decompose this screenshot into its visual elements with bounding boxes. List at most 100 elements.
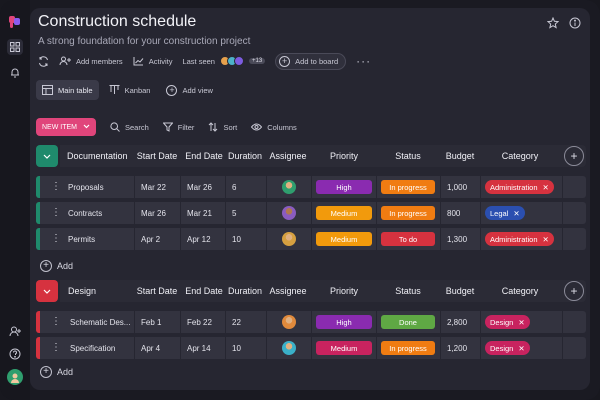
search-button[interactable]: Search — [110, 122, 149, 132]
column-header-category[interactable]: Category — [482, 286, 558, 296]
drag-handle-icon[interactable]: ⋮ — [51, 207, 61, 219]
priority-cell[interactable]: Medium — [311, 337, 376, 359]
column-header-priority[interactable]: Priority — [312, 151, 376, 161]
start-date-cell[interactable]: Mar 26 — [134, 202, 180, 224]
invite-user-icon[interactable] — [7, 323, 23, 339]
more-icon[interactable]: ··· — [356, 54, 371, 68]
add-view-button[interactable]: + Add view — [160, 80, 218, 100]
bell-icon[interactable] — [7, 64, 23, 80]
add-item-button[interactable]: + Add — [40, 260, 73, 272]
sort-button[interactable]: Sort — [208, 122, 237, 132]
priority-cell[interactable]: High — [311, 311, 376, 333]
table-row[interactable]: ⋮ Proposals Mar 22 Mar 26 6 High In prog… — [36, 176, 586, 198]
budget-cell[interactable]: 2,800 — [440, 311, 480, 333]
assignee-cell[interactable] — [266, 337, 311, 359]
table-row[interactable]: ⋮ Permits Apr 2 Apr 12 10 Medium To do 1… — [36, 228, 586, 250]
add-to-board-button[interactable]: + Add to board — [275, 52, 347, 70]
drag-handle-icon[interactable]: ⋮ — [51, 181, 61, 193]
column-header-start-date[interactable]: Start Date — [134, 151, 180, 161]
duration-cell[interactable]: 5 — [225, 202, 266, 224]
column-header-duration[interactable]: Duration — [225, 286, 265, 296]
budget-cell[interactable]: 1,300 — [440, 228, 480, 250]
group-name[interactable]: Documentation — [67, 151, 128, 161]
column-header-start-date[interactable]: Start Date — [134, 286, 180, 296]
last-seen[interactable]: Last seen +13 — [182, 56, 266, 66]
category-cell[interactable]: Design ✕ — [480, 311, 562, 333]
assignee-cell[interactable] — [266, 176, 311, 198]
end-date-cell[interactable]: Mar 21 — [180, 202, 225, 224]
item-name[interactable]: Schematic Des... — [62, 311, 134, 333]
item-name[interactable]: Specification — [62, 337, 134, 359]
remove-tag-icon[interactable]: ✕ — [543, 183, 549, 192]
add-column-button[interactable]: + — [564, 281, 584, 301]
info-icon[interactable] — [568, 16, 582, 30]
add-item-button[interactable]: + Add — [40, 366, 73, 378]
item-name[interactable]: Contracts — [62, 202, 134, 224]
group-name[interactable]: Design — [68, 286, 96, 296]
remove-tag-icon[interactable]: ✕ — [518, 344, 524, 353]
sync-icon[interactable] — [38, 55, 49, 67]
start-date-cell[interactable]: Apr 2 — [134, 228, 180, 250]
column-header-status[interactable]: Status — [376, 151, 440, 161]
table-row[interactable]: ⋮ Schematic Des... Feb 1 Feb 22 22 High … — [36, 311, 586, 333]
activity-button[interactable]: Activity — [133, 56, 172, 66]
column-header-priority[interactable]: Priority — [312, 286, 376, 296]
category-cell[interactable]: Legal ✕ — [480, 202, 562, 224]
priority-cell[interactable]: Medium — [311, 228, 376, 250]
filter-button[interactable]: Filter — [162, 122, 194, 132]
column-header-end-date[interactable]: End Date — [183, 151, 225, 161]
table-row[interactable]: ⋮ Contracts Mar 26 Mar 21 5 Medium In pr… — [36, 202, 586, 224]
drag-handle-icon[interactable]: ⋮ — [51, 342, 61, 354]
grid-icon[interactable] — [7, 39, 23, 55]
help-icon[interactable] — [7, 346, 23, 362]
columns-button[interactable]: Columns — [251, 123, 297, 132]
column-header-budget[interactable]: Budget — [440, 286, 480, 296]
column-header-duration[interactable]: Duration — [225, 151, 265, 161]
new-item-button[interactable]: NEW ITEM — [36, 118, 96, 136]
start-date-cell[interactable]: Mar 22 — [134, 176, 180, 198]
assignee-cell[interactable] — [266, 228, 311, 250]
status-cell[interactable]: To do — [376, 228, 440, 250]
assignee-cell[interactable] — [266, 311, 311, 333]
remove-tag-icon[interactable]: ✕ — [513, 209, 519, 218]
category-cell[interactable]: Administration ✕ — [480, 228, 562, 250]
category-cell[interactable]: Design ✕ — [480, 337, 562, 359]
add-members-button[interactable]: Add members — [59, 56, 123, 66]
end-date-cell[interactable]: Mar 26 — [180, 176, 225, 198]
budget-cell[interactable]: 1,000 — [440, 176, 480, 198]
status-cell[interactable]: In progress — [376, 176, 440, 198]
assignee-cell[interactable] — [266, 202, 311, 224]
budget-cell[interactable]: 1,200 — [440, 337, 480, 359]
column-header-status[interactable]: Status — [376, 286, 440, 296]
item-name[interactable]: Proposals — [62, 176, 134, 198]
end-date-cell[interactable]: Feb 22 — [180, 311, 225, 333]
star-icon[interactable] — [546, 16, 560, 30]
duration-cell[interactable]: 22 — [225, 311, 266, 333]
remove-tag-icon[interactable]: ✕ — [543, 235, 549, 244]
start-date-cell[interactable]: Apr 4 — [134, 337, 180, 359]
user-avatar[interactable] — [7, 369, 23, 385]
collapse-group-button[interactable] — [36, 280, 58, 302]
column-header-assignee[interactable]: Assignee — [266, 151, 310, 161]
remove-tag-icon[interactable]: ✕ — [518, 318, 524, 327]
status-cell[interactable]: In progress — [376, 337, 440, 359]
start-date-cell[interactable]: Feb 1 — [134, 311, 180, 333]
status-cell[interactable]: Done — [376, 311, 440, 333]
column-header-assignee[interactable]: Assignee — [266, 286, 310, 296]
duration-cell[interactable]: 6 — [225, 176, 266, 198]
item-name[interactable]: Permits — [62, 228, 134, 250]
table-row[interactable]: ⋮ Specification Apr 4 Apr 14 10 Medium I… — [36, 337, 586, 359]
column-header-category[interactable]: Category — [482, 151, 558, 161]
status-cell[interactable]: In progress — [376, 202, 440, 224]
budget-cell[interactable]: 800 — [440, 202, 480, 224]
end-date-cell[interactable]: Apr 14 — [180, 337, 225, 359]
column-header-budget[interactable]: Budget — [440, 151, 480, 161]
duration-cell[interactable]: 10 — [225, 228, 266, 250]
app-logo-icon[interactable] — [7, 14, 23, 30]
collapse-group-button[interactable] — [36, 145, 58, 167]
drag-handle-icon[interactable]: ⋮ — [51, 316, 61, 328]
category-cell[interactable]: Administration ✕ — [480, 176, 562, 198]
end-date-cell[interactable]: Apr 12 — [180, 228, 225, 250]
tab-main-table[interactable]: Main table — [36, 80, 99, 100]
chevron-down-icon[interactable] — [83, 124, 90, 131]
